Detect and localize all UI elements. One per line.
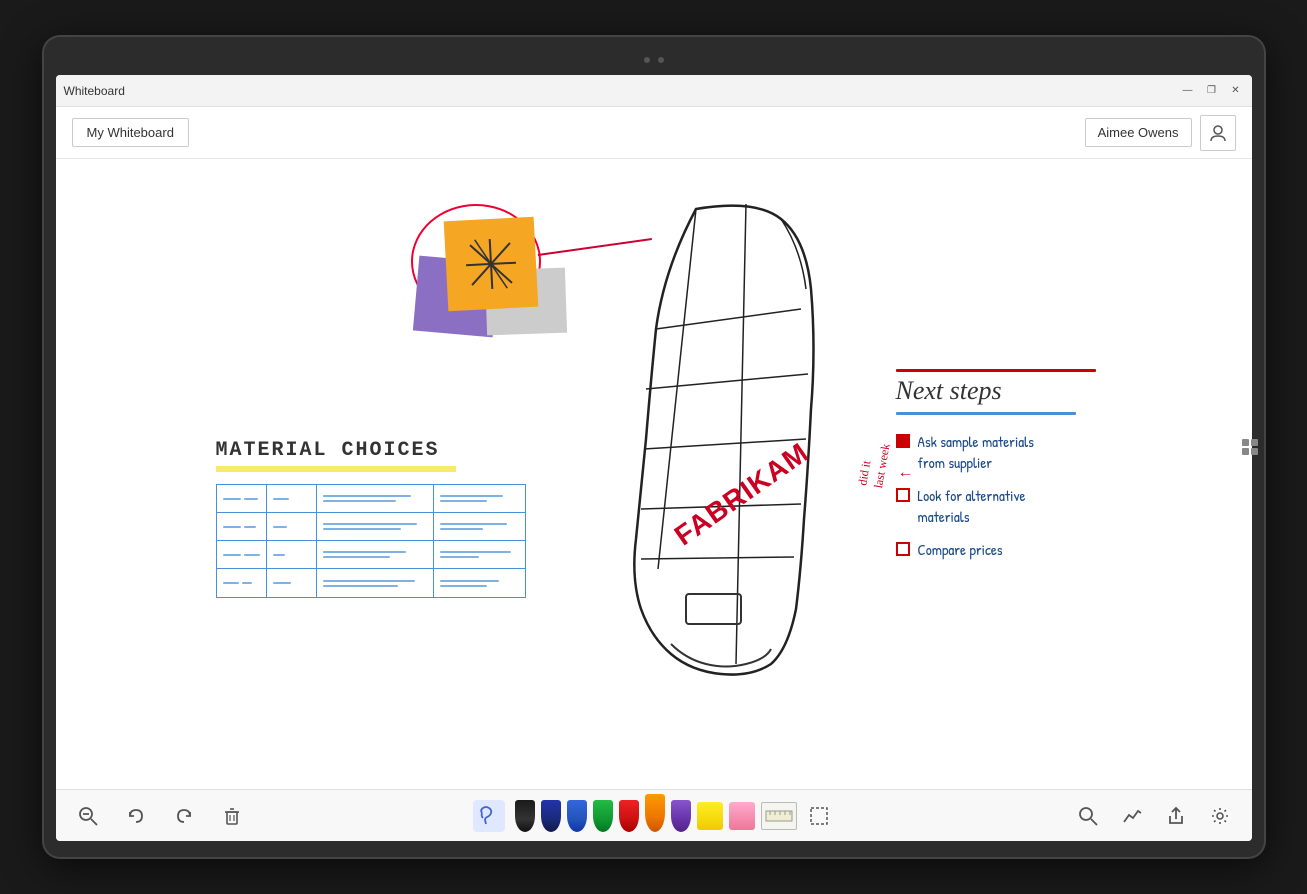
zoom-out-icon [78, 806, 98, 826]
pen-blue-tool[interactable] [567, 800, 587, 832]
ruler-icon [765, 807, 793, 825]
step-item: Compare prices [896, 539, 1096, 560]
app-title: Whiteboard [64, 84, 1180, 98]
pen-black-tool[interactable] [515, 800, 535, 832]
chart-icon [1122, 806, 1142, 826]
lasso-icon [478, 805, 500, 827]
title-bar: Whiteboard — ❐ ✕ [56, 75, 1252, 107]
table-cell [267, 485, 317, 512]
table-cell [317, 513, 435, 540]
settings-button[interactable] [1204, 800, 1236, 832]
pen-purple-tool[interactable] [671, 800, 691, 832]
highlighter-yellow-tool[interactable] [697, 802, 723, 830]
close-button[interactable]: ✕ [1228, 83, 1244, 99]
table-row [217, 569, 525, 597]
selection-tool[interactable] [803, 800, 835, 832]
step-text: Compare prices [918, 539, 1003, 560]
delete-button[interactable] [216, 800, 248, 832]
table-cell [267, 513, 317, 540]
person-icon [1209, 124, 1227, 142]
material-table [216, 484, 526, 598]
pen-green-tool[interactable] [593, 800, 613, 832]
share-button[interactable] [1160, 800, 1192, 832]
user-name-button[interactable]: Aimee Owens [1085, 118, 1192, 147]
yellow-underline [216, 466, 456, 472]
app-bar-right: Aimee Owens [1085, 115, 1236, 151]
selection-icon [809, 806, 829, 826]
table-cell [217, 513, 267, 540]
share-icon [1166, 806, 1186, 826]
device-frame: Whiteboard — ❐ ✕ My Whiteboard Aimee Owe… [44, 37, 1264, 857]
pen-darkblue-tool[interactable] [541, 800, 561, 832]
red-overline [896, 369, 1096, 372]
step-item: Look for alternativematerials [896, 485, 1096, 527]
camera [644, 57, 650, 63]
table-cell [217, 485, 267, 512]
table-cell [267, 569, 317, 597]
step-checkbox[interactable] [896, 488, 910, 502]
table-cell [434, 513, 524, 540]
next-steps-title: Next steps [896, 376, 1096, 406]
blue-underline [896, 412, 1076, 415]
redo-button[interactable] [168, 800, 200, 832]
step-checkbox[interactable] [896, 542, 910, 556]
redo-icon [174, 806, 194, 826]
table-cell [317, 541, 435, 568]
table-cell [434, 541, 524, 568]
user-avatar-button[interactable] [1200, 115, 1236, 151]
table-cell [217, 541, 267, 568]
step-checkbox[interactable] [896, 434, 910, 448]
table-cell [267, 541, 317, 568]
sticky-note-orange[interactable] [443, 217, 538, 312]
table-cell [317, 569, 435, 597]
windows-button[interactable] [1242, 439, 1258, 455]
next-steps-section: Next steps Ask sample materialsfrom supp… [896, 369, 1096, 560]
zoom-out-button[interactable] [72, 800, 104, 832]
my-whiteboard-button[interactable]: My Whiteboard [72, 118, 189, 147]
table-row [217, 485, 525, 513]
toolbar-left [72, 800, 248, 832]
lasso-tool-button[interactable] [473, 800, 505, 832]
material-choices-title: Material Choices [216, 439, 526, 462]
trash-icon [222, 806, 242, 826]
undo-icon [126, 806, 146, 826]
pen-red-tool[interactable] [619, 800, 639, 832]
star-doodle [459, 232, 522, 295]
pen-orange-tool[interactable] [645, 794, 665, 832]
table-row [217, 541, 525, 569]
table-cell [317, 485, 435, 512]
undo-button[interactable] [120, 800, 152, 832]
screen: Whiteboard — ❐ ✕ My Whiteboard Aimee Owe… [56, 75, 1252, 841]
settings-icon [1210, 806, 1230, 826]
toolbar-right [1072, 800, 1236, 832]
search-button[interactable] [1072, 800, 1104, 832]
table-cell [217, 569, 267, 597]
device-top-bar [56, 49, 1252, 71]
app-bar: My Whiteboard Aimee Owens [56, 107, 1252, 159]
analytics-button[interactable] [1116, 800, 1148, 832]
step-text: Look for alternativematerials [918, 485, 1026, 527]
table-row [217, 513, 525, 541]
table-cell [434, 485, 524, 512]
highlighter-pink-tool[interactable] [729, 802, 755, 830]
search-icon [1078, 806, 1098, 826]
steps-list: Ask sample materialsfrom supplier Look f… [896, 431, 1096, 560]
table-cell [434, 569, 524, 597]
annotation-did-it: did itlast week [855, 440, 894, 490]
step-item: Ask sample materialsfrom supplier [896, 431, 1096, 473]
step-text: Ask sample materialsfrom supplier [918, 431, 1034, 473]
shoe-sketch: FABRIKAM [616, 189, 846, 689]
material-choices-section: Material Choices [216, 439, 526, 598]
title-bar-controls: — ❐ ✕ [1180, 83, 1244, 99]
shoe-svg: FABRIKAM [616, 189, 836, 679]
minimize-button[interactable]: — [1180, 83, 1196, 99]
restore-button[interactable]: ❐ [1204, 83, 1220, 99]
canvas-area[interactable]: FABRIKAM Material Choices [56, 159, 1252, 789]
bottom-toolbar [56, 789, 1252, 841]
ruler-tool[interactable] [761, 802, 797, 830]
sensor [658, 57, 664, 63]
toolbar-center [473, 800, 835, 832]
